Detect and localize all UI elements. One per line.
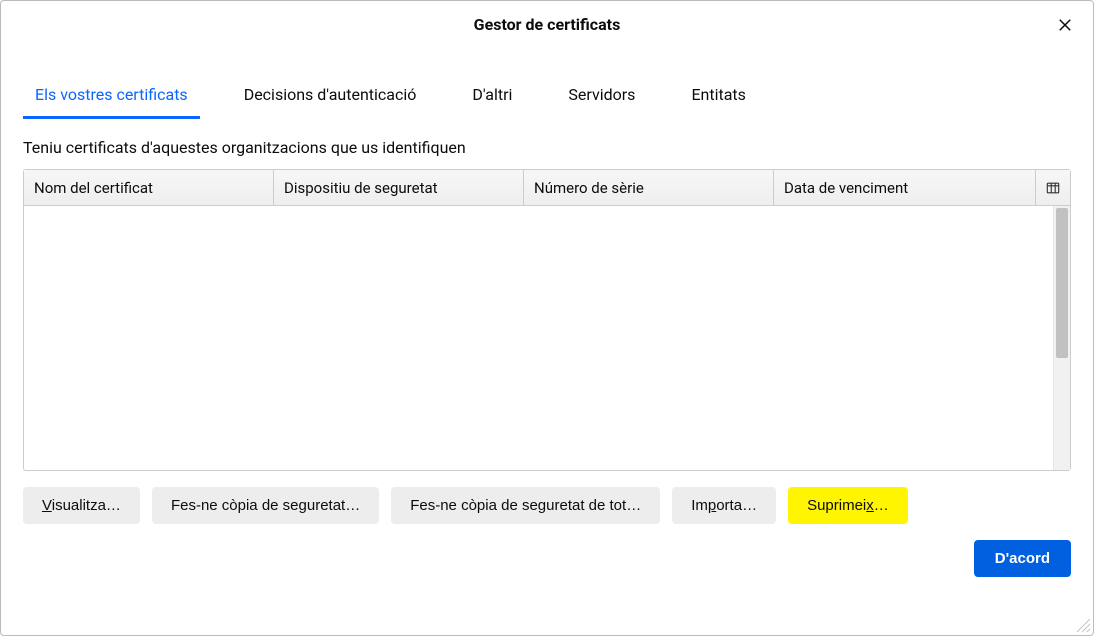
delete-label-prefix: Suprimei — [807, 497, 866, 514]
import-access-key: p — [708, 497, 716, 514]
import-button[interactable]: Importa… — [672, 487, 776, 524]
tab-auth-decisions[interactable]: Decisions d'autenticació — [232, 75, 429, 119]
column-header-serial[interactable]: Número de sèrie — [524, 170, 774, 205]
tab-people[interactable]: D'altri — [460, 75, 524, 119]
dialog-header: Gestor de certificats — [1, 1, 1093, 47]
import-label-prefix: Im — [691, 497, 708, 514]
resize-grip[interactable] — [1073, 615, 1091, 633]
ok-button[interactable]: D'acord — [974, 540, 1071, 577]
import-label-rest: orta… — [716, 497, 757, 514]
column-header-expiry[interactable]: Data de venciment — [774, 170, 1036, 205]
delete-button[interactable]: Suprimeix… — [788, 487, 908, 524]
backup-all-button[interactable]: Fes-ne còpia de seguretat de tot… — [391, 487, 660, 524]
backup-button[interactable]: Fes-ne còpia de seguretat… — [152, 487, 379, 524]
tab-your-certificates[interactable]: Els vostres certificats — [23, 75, 200, 119]
delete-access-key: x — [866, 497, 874, 514]
view-access-key: V — [42, 497, 52, 514]
tab-authorities[interactable]: Entitats — [679, 75, 757, 119]
table-header-row: Nom del certificat Dispositiu de seguret… — [24, 170, 1070, 206]
panel-description: Teniu certificats d'aquestes organitzaci… — [1, 120, 1093, 169]
dialog-footer: D'acord — [1, 532, 1093, 595]
column-header-device[interactable]: Dispositiu de seguretat — [274, 170, 524, 205]
tab-bar: Els vostres certificats Decisions d'aute… — [1, 75, 1093, 120]
tab-servers[interactable]: Servidors — [556, 75, 647, 119]
vertical-scrollbar[interactable] — [1053, 206, 1070, 470]
view-label-rest: isualitza… — [52, 497, 121, 514]
close-button[interactable] — [1051, 11, 1079, 39]
close-icon — [1056, 16, 1074, 34]
column-picker-icon — [1046, 181, 1060, 195]
certificate-manager-dialog: Gestor de certificats Els vostres certif… — [0, 0, 1094, 636]
delete-label-rest: … — [874, 497, 889, 514]
view-button[interactable]: Visualitza… — [23, 487, 140, 524]
column-picker-button[interactable] — [1036, 170, 1070, 205]
column-header-name[interactable]: Nom del certificat — [24, 170, 274, 205]
scrollbar-thumb[interactable] — [1056, 208, 1068, 358]
resize-grip-icon — [1073, 615, 1091, 633]
certificate-table: Nom del certificat Dispositiu de seguret… — [23, 169, 1071, 471]
action-bar: Visualitza… Fes-ne còpia de seguretat… F… — [1, 471, 1093, 532]
dialog-title: Gestor de certificats — [474, 15, 621, 34]
table-body — [24, 206, 1070, 470]
